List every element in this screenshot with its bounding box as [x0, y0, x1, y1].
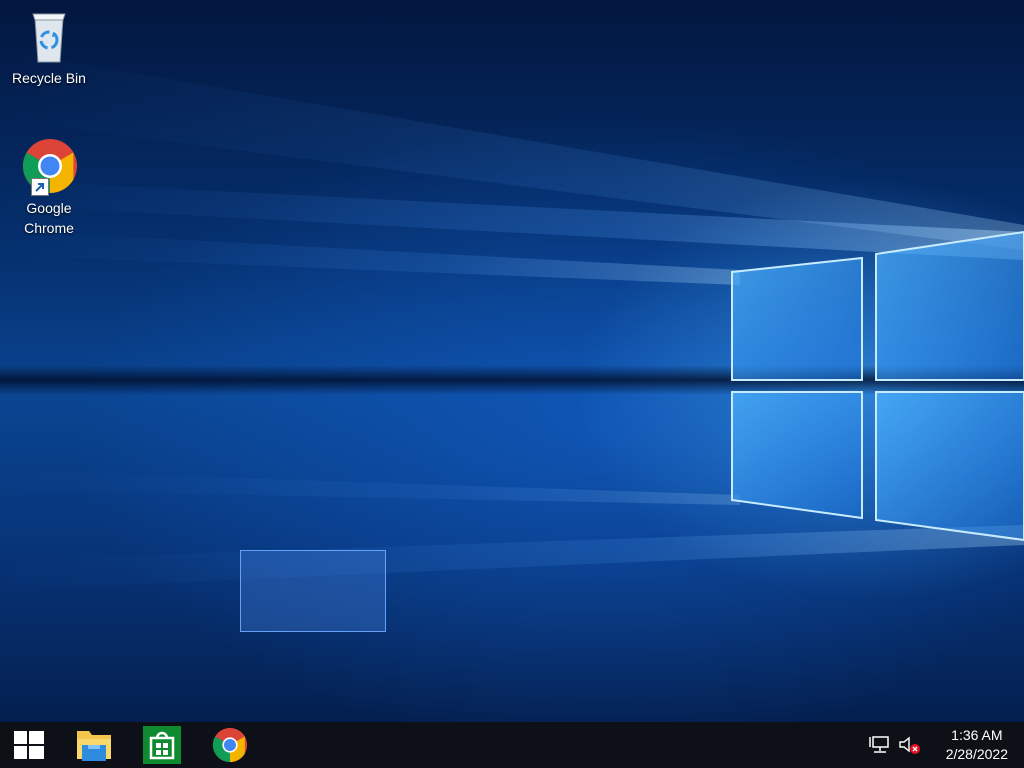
system-clock[interactable]: 1:36 AM 2/28/2022: [946, 726, 1008, 764]
taskbar-microsoft-store[interactable]: [137, 722, 187, 768]
volume-muted-icon[interactable]: [898, 735, 922, 760]
taskbar-google-chrome[interactable]: [205, 722, 255, 768]
shortcut-arrow-icon: [31, 178, 49, 196]
network-icon[interactable]: [869, 735, 891, 760]
taskbar: 1:36 AM 2/28/2022: [0, 722, 1024, 768]
file-explorer-icon: [77, 731, 111, 761]
recycle-bin-icon: [19, 6, 79, 66]
desktop[interactable]: Recycle Bin Google Chrome: [0, 0, 1024, 722]
desktop-icon-label-line1: Google: [26, 200, 72, 216]
windows-logo-icon: [14, 731, 44, 759]
taskbar-file-explorer[interactable]: [69, 722, 119, 768]
chrome-icon: [212, 727, 248, 763]
desktop-icon-recycle-bin[interactable]: Recycle Bin: [6, 6, 92, 88]
selection-rectangle: [240, 550, 386, 632]
start-button[interactable]: [4, 722, 54, 768]
wallpaper: [0, 50, 1024, 590]
clock-date: 2/28/2022: [945, 746, 1008, 762]
chrome-icon: [19, 136, 79, 196]
desktop-icon-label: Recycle Bin: [12, 70, 86, 86]
desktop-icon-label-line2: Chrome: [24, 220, 74, 236]
desktop-icon-google-chrome[interactable]: Google Chrome: [6, 136, 92, 238]
store-icon: [143, 726, 181, 764]
clock-time: 1:36 AM: [951, 727, 1003, 743]
